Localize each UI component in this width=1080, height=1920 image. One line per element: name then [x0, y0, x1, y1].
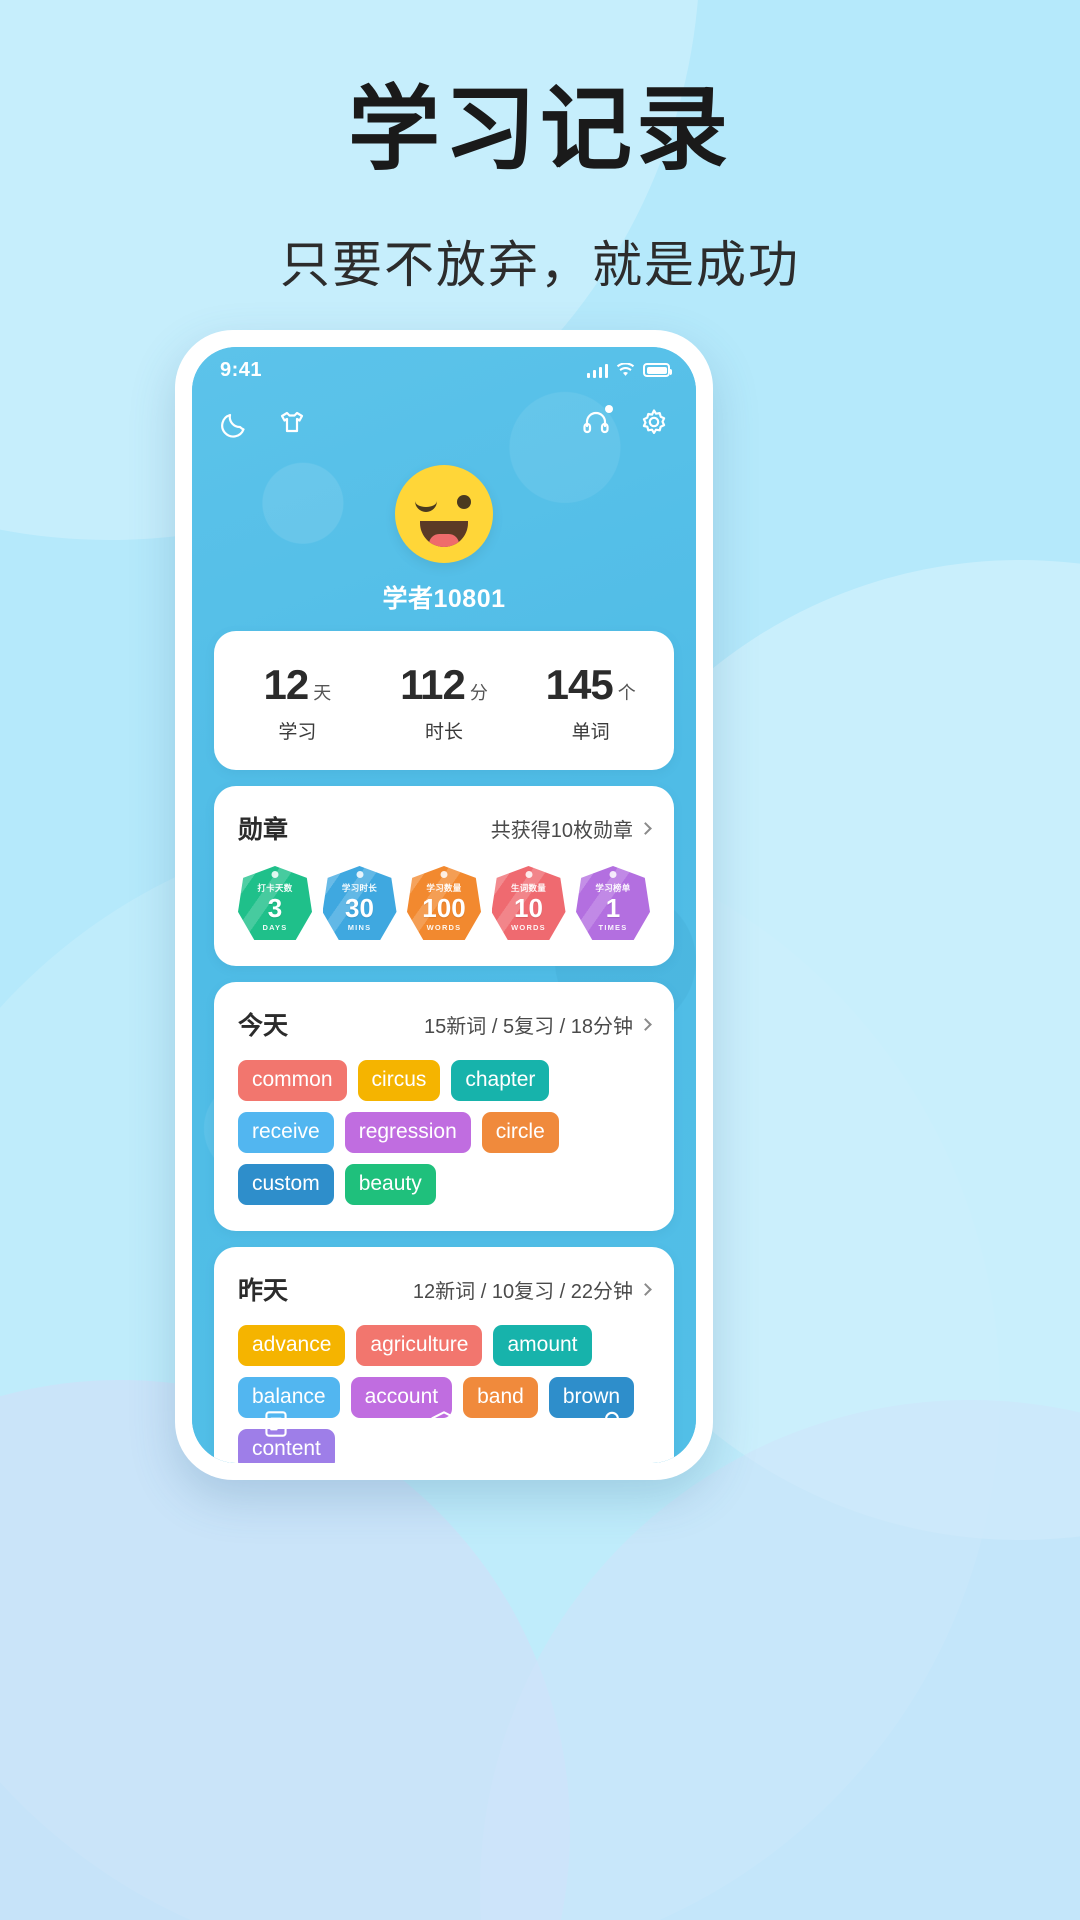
medal-value: 100 [422, 892, 466, 923]
day-summary: 12新词 / 10复习 / 22分钟 [412, 1280, 633, 1303]
medal-title: 学习榜单 [595, 882, 631, 893]
battery-icon [643, 363, 672, 377]
word-chip[interactable]: amount [493, 1325, 592, 1366]
stat-label: 时长 [425, 722, 464, 743]
day-header: 昨天 12新词 / 10复习 / 22分钟 [214, 1247, 674, 1307]
medal-item[interactable]: 打卡天数 3 DAYS [238, 866, 312, 940]
medal-ring [609, 871, 617, 878]
day-summary-link[interactable]: 15新词 / 5复习 / 18分钟 [424, 1010, 652, 1039]
shirt-icon[interactable] [276, 406, 308, 438]
promo-headline: 学习记录 只要不放弃，就是成功 [0, 79, 1080, 297]
stat-label: 学习 [278, 722, 317, 743]
chevron-right-icon [639, 1017, 652, 1031]
word-chip[interactable]: receive [238, 1112, 334, 1153]
medal-unit: MINS [347, 922, 372, 932]
word-chip[interactable]: regression [344, 1112, 471, 1153]
day-title: 昨天 [238, 1277, 289, 1305]
word-chip[interactable]: custom [238, 1164, 334, 1205]
medals-card[interactable]: 勋章 共获得10枚勋章 打卡天数 3 DAYS 学习时长 30 MINS 学习数量 100 WO… [214, 786, 674, 966]
stat-value: 112 [400, 661, 466, 708]
wifi-icon [616, 362, 635, 376]
medal-item[interactable]: 学习时长 30 MINS [322, 866, 397, 940]
medals-header: 勋章 共获得10枚勋章 [214, 786, 674, 846]
status-bar: 9:41 [192, 347, 696, 393]
app-toolbar [192, 393, 696, 451]
signal-bars-icon [586, 363, 608, 378]
medal-value: 3 [267, 892, 283, 923]
word-chip[interactable]: circus [357, 1060, 441, 1101]
stat-item: 112 分时长 [371, 661, 518, 744]
day-header: 今天 15新词 / 5复习 / 18分钟 [214, 982, 674, 1042]
medal-unit: WORDS [426, 922, 462, 932]
medals-title: 勋章 [238, 816, 289, 844]
avatar-eye-wink [415, 501, 437, 512]
tab-library[interactable] [360, 1407, 528, 1441]
avatar-eye-open [457, 495, 471, 509]
stat-unit: 天 [313, 683, 332, 703]
word-chip[interactable]: advance [238, 1325, 346, 1366]
status-time: 9:41 [220, 358, 263, 381]
medal-ring [271, 871, 279, 878]
medal-title: 学习数量 [426, 882, 462, 893]
stats-card: 12 天学习 112 分时长 145 个单词 [214, 631, 674, 770]
medal-ring [356, 871, 363, 878]
word-chip[interactable]: common [238, 1060, 347, 1101]
day-card[interactable]: 今天 15新词 / 5复习 / 18分钟 common circus chapter re… [214, 982, 674, 1231]
word-chip[interactable]: circle [481, 1112, 559, 1153]
medal-item[interactable]: 生词数量 10 WORDS [491, 866, 566, 940]
tab-profile[interactable] [528, 1407, 696, 1441]
page-title: 学习记录 [347, 79, 732, 181]
notification-dot [605, 405, 613, 413]
medal-title: 学习时长 [341, 882, 378, 893]
word-chip[interactable]: agriculture [356, 1325, 483, 1366]
stat-value: 12 [263, 661, 309, 708]
medal-title: 生词数量 [510, 882, 547, 893]
username: 学者10801 [382, 585, 506, 613]
stat-value: 145 [545, 661, 614, 708]
avatar-tongue [429, 534, 459, 547]
medal-unit: TIMES [598, 922, 628, 932]
gear-icon[interactable] [638, 406, 670, 438]
medal-item[interactable]: 学习数量 100 WORDS [407, 866, 481, 940]
medals-summary: 共获得10枚勋章 [490, 819, 633, 842]
day-title: 今天 [238, 1012, 289, 1040]
medal-value: 1 [605, 892, 621, 923]
stat-unit: 分 [469, 683, 488, 703]
bottom-tabbar [192, 1385, 696, 1463]
stat-item: 12 天学习 [224, 661, 371, 744]
stat-label: 单词 [571, 722, 610, 743]
day-summary-link[interactable]: 12新词 / 10复习 / 22分钟 [412, 1275, 652, 1304]
medal-ring [440, 871, 448, 878]
avatar[interactable] [395, 465, 493, 563]
headset-icon[interactable] [580, 405, 613, 438]
avatar-mouth [420, 521, 468, 547]
day-summary: 15新词 / 5复习 / 18分钟 [424, 1015, 633, 1038]
medal-item[interactable]: 学习榜单 1 TIMES [576, 866, 650, 940]
page-subtitle: 只要不放弃，就是成功 [280, 237, 800, 294]
medal-unit: WORDS [511, 922, 546, 932]
medal-unit: DAYS [262, 922, 288, 932]
medal-value: 30 [345, 892, 374, 923]
stat-item: 145 个单词 [517, 661, 664, 744]
medal-ring [525, 871, 532, 878]
layers-icon [431, 1411, 457, 1437]
stat-unit: 个 [617, 683, 636, 703]
moon-icon[interactable] [218, 406, 250, 438]
chevron-right-icon [639, 1282, 652, 1296]
word-chip[interactable]: chapter [451, 1060, 550, 1101]
medal-value: 10 [514, 892, 543, 923]
word-chip-list: common circus chapter receive regression circ… [214, 1042, 674, 1231]
profile-block: 学者10801 [192, 465, 696, 615]
word-chip[interactable]: beauty [344, 1164, 436, 1205]
phone-mockup: 9:41 学者10801 12 天 学习 112 分 时长 145 个 单词 勋… [175, 330, 713, 1480]
medals-summary-link[interactable]: 共获得10枚勋章 [490, 814, 652, 843]
notes-icon [265, 1411, 287, 1437]
phone-screen: 9:41 学者10801 12 天 学习 112 分 时长 145 个 单词 勋… [192, 347, 696, 1463]
tab-notes[interactable] [192, 1407, 360, 1441]
medal-list: 打卡天数 3 DAYS 学习时长 30 MINS 学习数量 100 WORDS 生词数量 10 WOR… [214, 846, 674, 966]
medal-title: 打卡天数 [257, 882, 293, 893]
chevron-right-icon [639, 821, 652, 835]
person-icon [600, 1411, 624, 1437]
